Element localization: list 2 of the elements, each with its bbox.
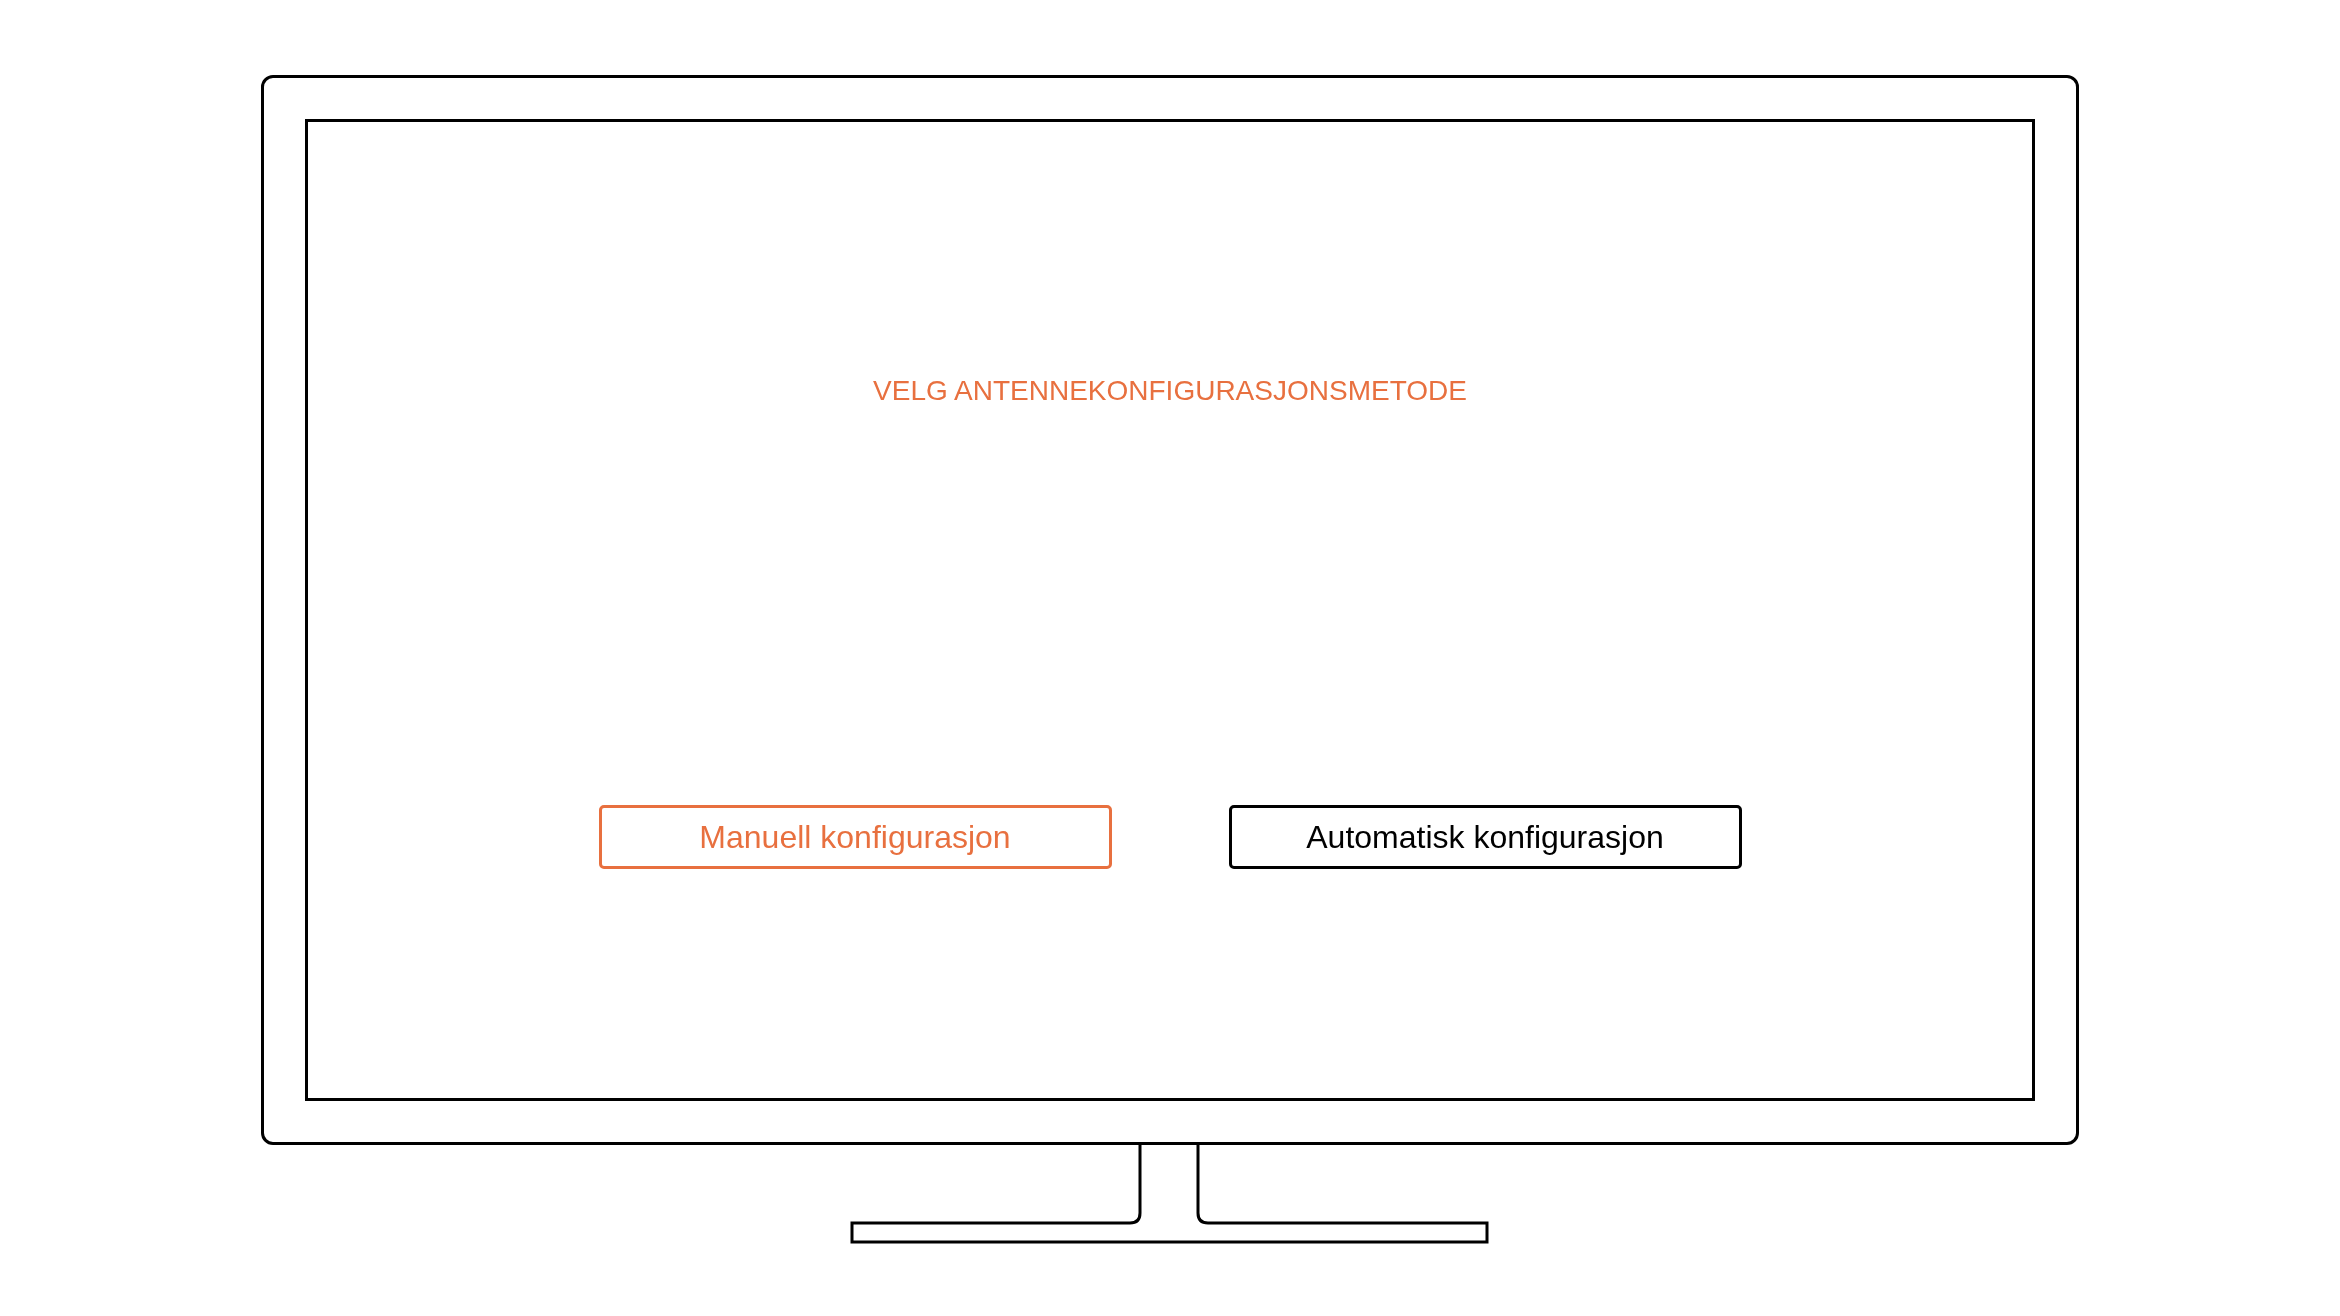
screen-title: VELG ANTENNEKONFIGURASJONSMETODE xyxy=(873,374,1467,408)
option-button[interactable]: Automatisk konfigurasjon xyxy=(1228,805,1742,869)
